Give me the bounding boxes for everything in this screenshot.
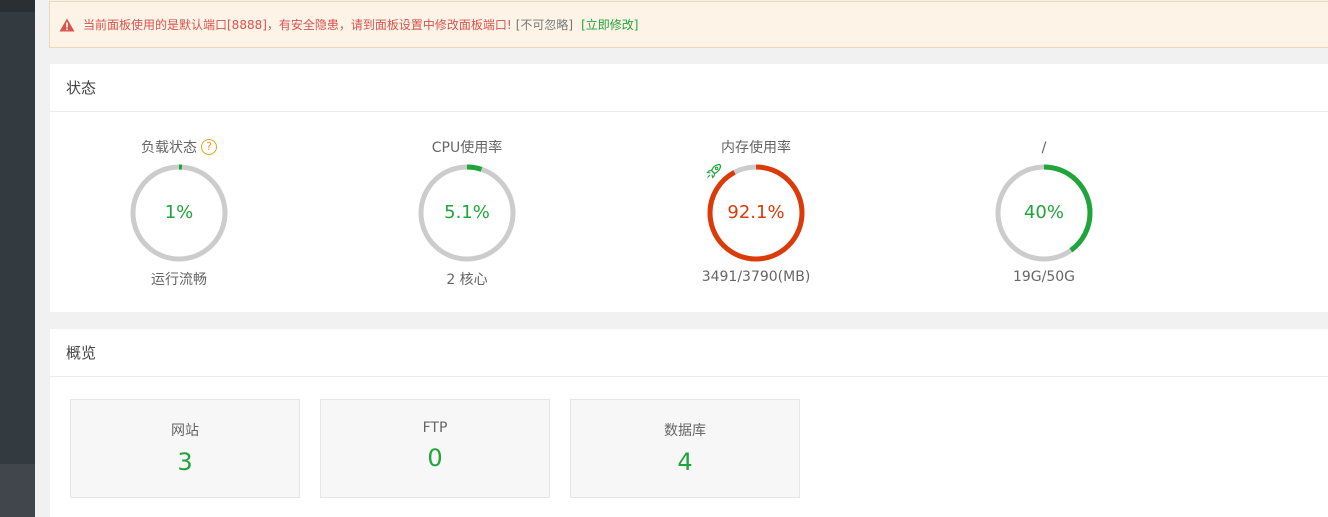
cpu-subtext: 2 核心: [446, 272, 488, 288]
overview-title: 概览: [50, 329, 1328, 377]
memory-subtext: 3491/3790(MB): [701, 269, 811, 285]
warning-triangle-icon: [59, 18, 75, 31]
overview-panel: 概览 网站 3 FTP 0 数据库 4: [50, 329, 1328, 517]
disk-gauge: / 40% 19G/50G: [954, 137, 1134, 285]
cpu-value: 5.1%: [444, 202, 490, 223]
ftp-label: FTP: [422, 420, 448, 436]
load-gauge: 负载状态? 1% 运行流畅: [89, 137, 269, 289]
cpu-ring[interactable]: 5.1%: [415, 161, 519, 265]
ftp-count: 0: [427, 444, 443, 472]
disk-ring[interactable]: 40%: [992, 161, 1096, 265]
disk-value: 40%: [1023, 202, 1064, 223]
cpu-label: CPU使用率: [431, 140, 503, 156]
databases-count: 4: [677, 448, 693, 476]
databases-card[interactable]: 数据库 4: [570, 399, 800, 498]
disk-subtext: 19G/50G: [1012, 269, 1076, 285]
status-panel: 状态 负载状态? 1% 运行流畅 CPU使用率 5.1% 2 核心 内存使用率 …: [50, 64, 1328, 312]
websites-card[interactable]: 网站 3: [70, 399, 300, 498]
websites-label: 网站: [171, 423, 199, 439]
cpu-gauge: CPU使用率 5.1% 2 核心: [377, 137, 557, 289]
status-title: 状态: [50, 64, 1328, 112]
load-label: 负载状态: [141, 140, 197, 156]
memory-gauge: 内存使用率 92.1% 3491/3790(MB): [666, 137, 846, 285]
alert-message: 当前面板使用的是默认端口[8888]，有安全隐患，请到面板设置中修改面板端口!: [83, 18, 512, 32]
sidebar-bottom[interactable]: [0, 464, 35, 517]
databases-label: 数据库: [664, 423, 706, 439]
disk-label: /: [1041, 140, 1047, 156]
security-alert: 当前面板使用的是默认端口[8888]，有安全隐患，请到面板设置中修改面板端口! …: [49, 1, 1328, 48]
memory-ring[interactable]: 92.1%: [704, 161, 808, 265]
load-subtext: 运行流畅: [151, 272, 207, 288]
fix-port-link[interactable]: [立即修改]: [581, 16, 638, 33]
websites-count: 3: [177, 448, 193, 476]
dashboard: 当前面板使用的是默认端口[8888]，有安全隐患，请到面板设置中修改面板端口! …: [0, 0, 1328, 517]
alert-ignore-label: [不可忽略]: [515, 18, 574, 32]
load-value: 1%: [164, 202, 194, 223]
sidebar-top: [0, 0, 35, 12]
load-ring[interactable]: 1%: [127, 161, 231, 265]
question-circle-icon[interactable]: ?: [201, 138, 217, 155]
sidebar: [0, 0, 35, 517]
memory-label: 内存使用率: [721, 140, 791, 156]
ftp-card[interactable]: FTP 0: [320, 399, 550, 498]
memory-value: 92.1%: [727, 202, 785, 223]
